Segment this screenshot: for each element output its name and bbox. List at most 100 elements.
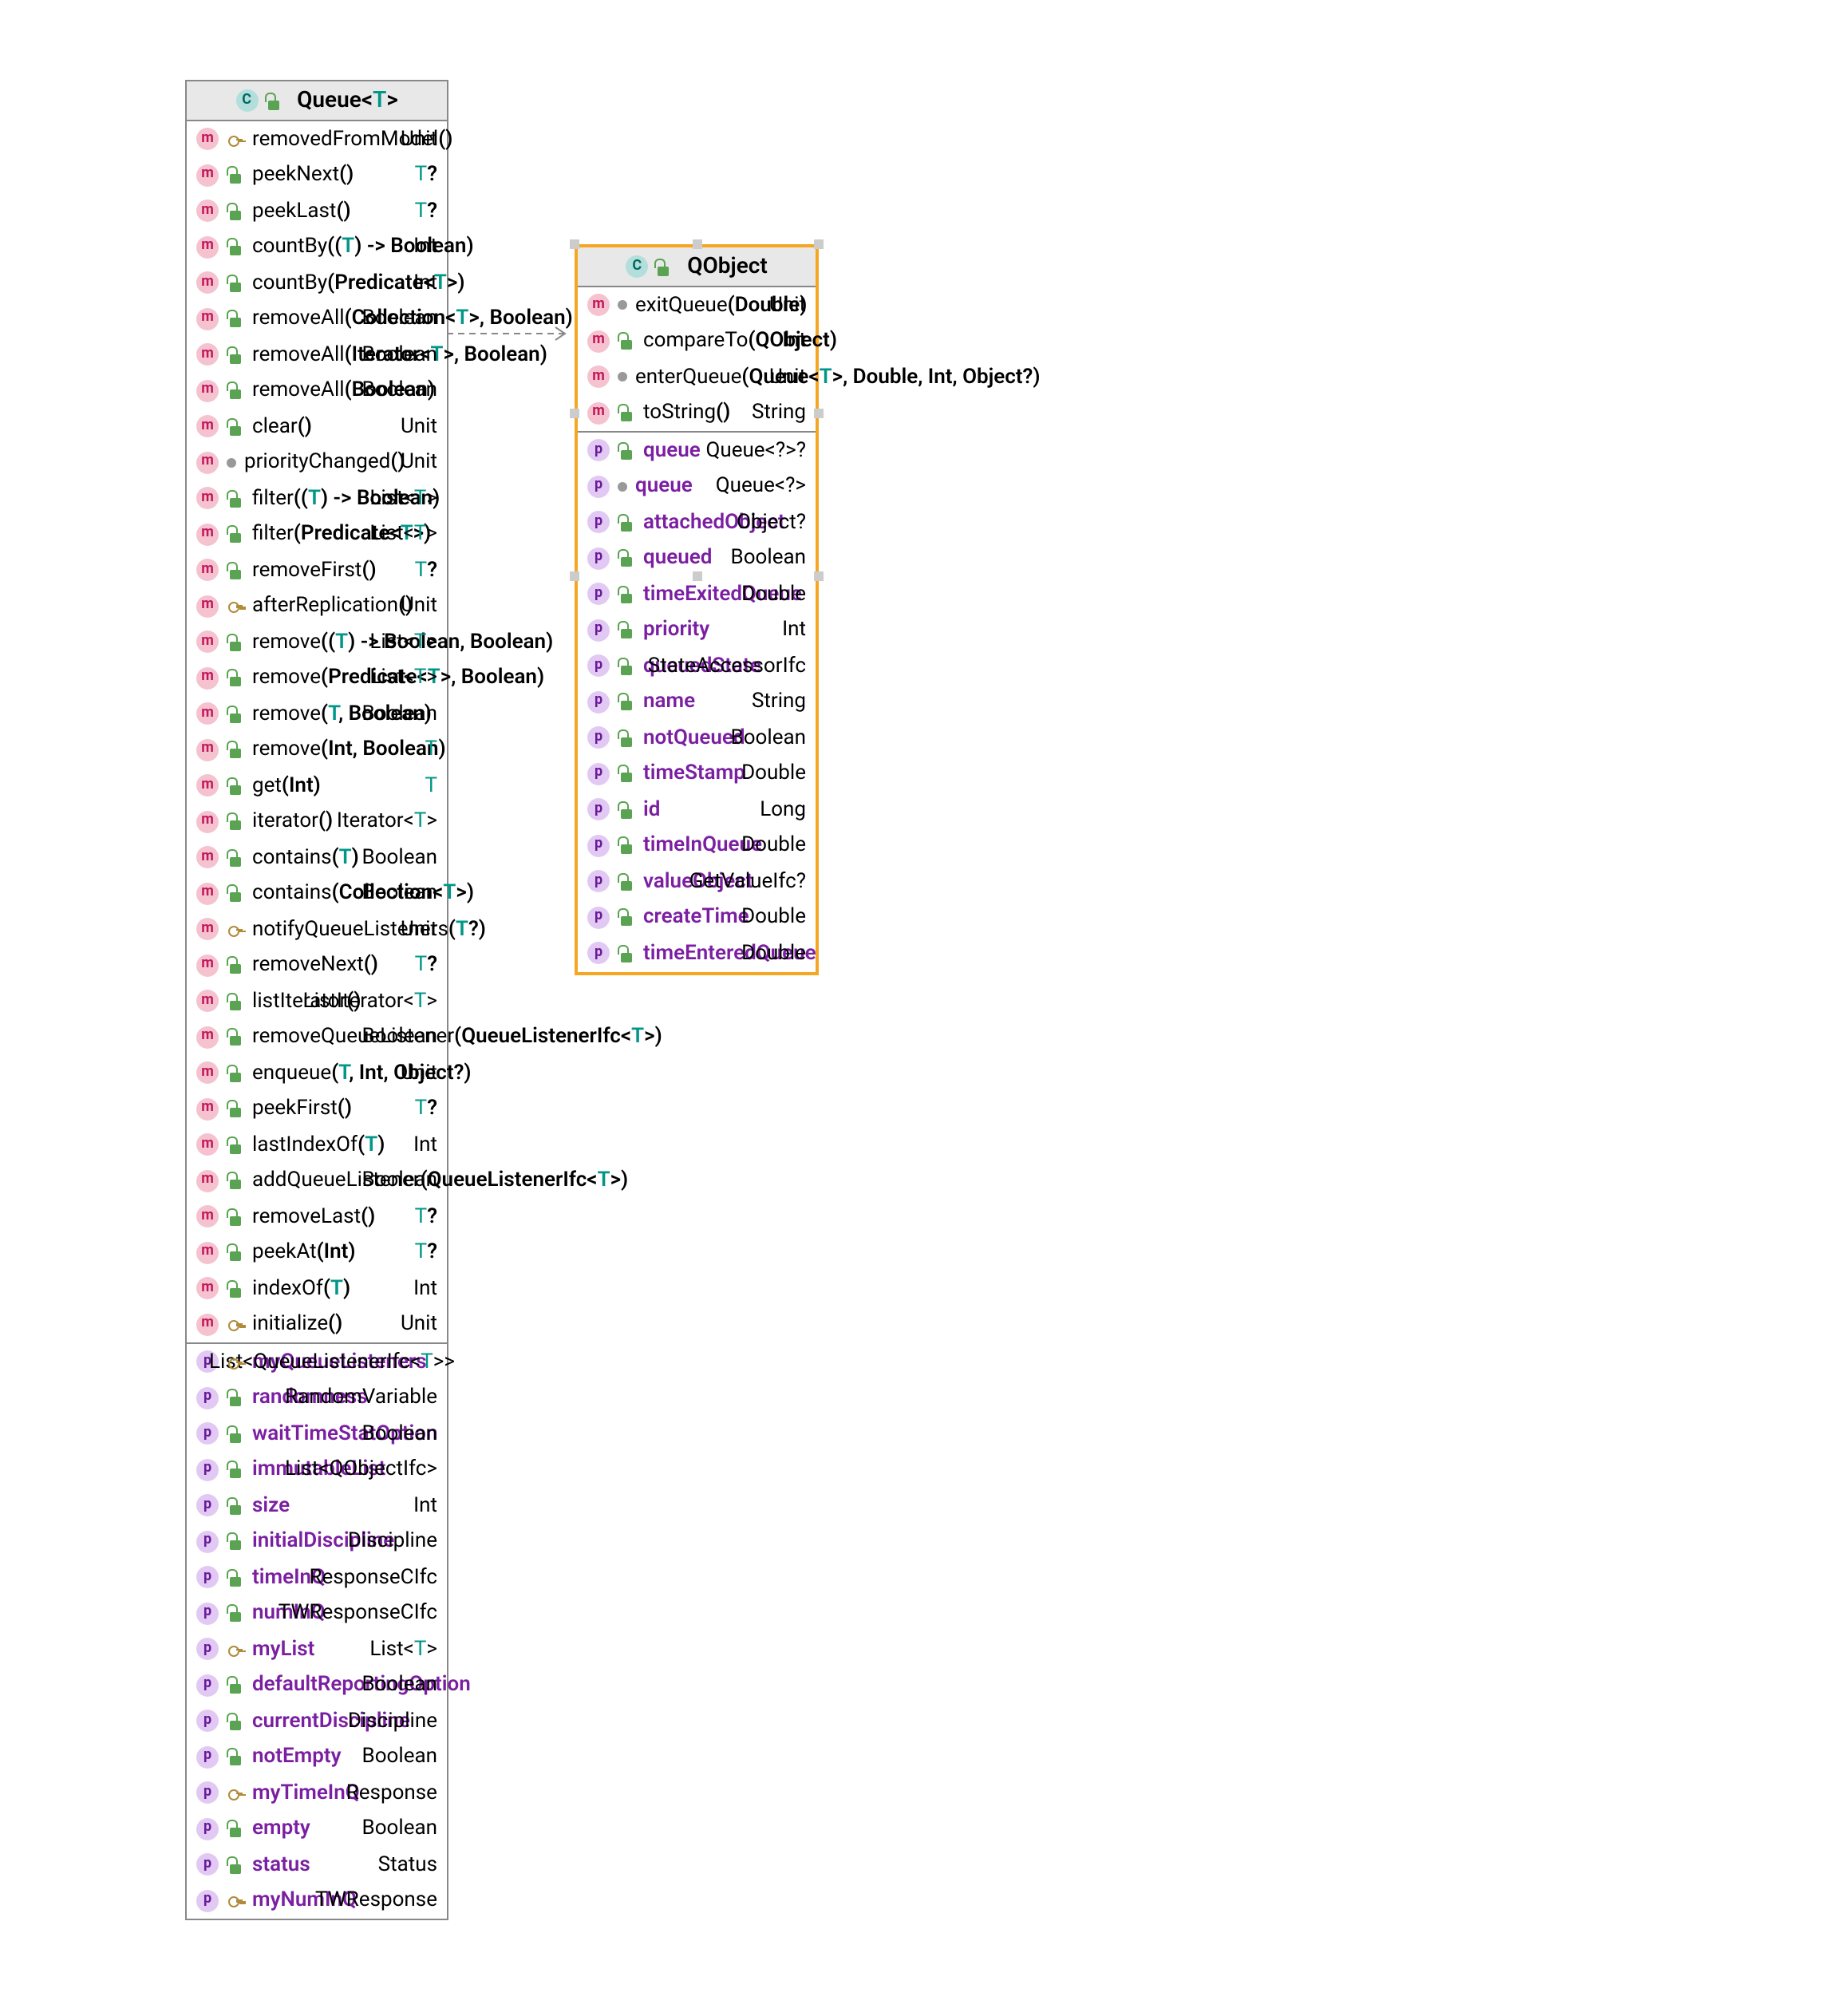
property-row[interactable]: pmyTimeInQResponse [187, 1775, 447, 1811]
property-row[interactable]: pvalueObjectGetValueIfc? [578, 864, 816, 899]
property-name: myList [252, 1634, 314, 1665]
property-row[interactable]: ptimeExitedQueueDouble [578, 576, 816, 612]
method-row[interactable]: menqueue(T, Int, Object?)Unit [187, 1055, 447, 1091]
method-row[interactable]: mtoString()String [578, 395, 816, 431]
class-box-queue[interactable]: C Queue<T> mremovedFromModel()UnitmpeekN… [185, 80, 448, 1920]
open-lock-icon [227, 849, 244, 867]
method-row[interactable]: mremoveFirst()T? [187, 552, 447, 588]
method-row[interactable]: mremoveAll(Boolean)Boolean [187, 373, 447, 409]
method-row[interactable]: minitialize()Unit [187, 1306, 447, 1342]
selection-handle[interactable] [570, 239, 579, 249]
method-row[interactable]: mfilter(Predicate<T>)List<T> [187, 516, 447, 552]
property-row[interactable]: pnameString [578, 684, 816, 720]
method-row[interactable]: maddQueueListener(QueueListenerIfc<T>)Bo… [187, 1163, 447, 1199]
method-row[interactable]: mcompareTo(QObject)Int [578, 323, 816, 359]
selection-handle[interactable] [693, 571, 702, 581]
method-row[interactable]: mindexOf(T)Int [187, 1271, 447, 1306]
selection-handle[interactable] [814, 571, 824, 581]
property-row[interactable]: pmyNumInQTWResponse [187, 1883, 447, 1919]
method-row[interactable]: mremoveAll(Iterator<T>, Boolean)Boolean [187, 337, 447, 373]
method-row[interactable]: mremoveNext()T? [187, 947, 447, 983]
method-row[interactable]: mcontains(T)Boolean [187, 840, 447, 876]
method-signature: peekAt(Int) [252, 1237, 356, 1268]
class-box-qobject[interactable]: C QObject mexitQueue(Double)Unitmcompare… [575, 244, 819, 974]
property-row[interactable]: pidLong [578, 792, 816, 828]
method-row[interactable]: mget(Int)T [187, 768, 447, 804]
property-row[interactable]: pimmutableListList<QObjectIfc> [187, 1452, 447, 1488]
property-type: Double [741, 830, 806, 861]
method-row[interactable]: mpeekNext()T? [187, 157, 447, 193]
return-type: Unit [401, 411, 437, 442]
method-row[interactable]: mremove(Int, Boolean)T [187, 732, 447, 768]
method-row[interactable]: mafterReplication()Unit [187, 588, 447, 624]
method-row[interactable]: mremovedFromModel()Unit [187, 121, 447, 157]
property-row[interactable]: ptimeInQueueDouble [578, 828, 816, 864]
property-icon: p [196, 1746, 219, 1769]
method-icon: m [196, 739, 219, 761]
property-row[interactable]: pwaitTimeStatOptionBoolean [187, 1416, 447, 1452]
property-type: Boolean [362, 1670, 437, 1701]
method-icon: m [196, 775, 219, 797]
property-row[interactable]: pcreateTimeDouble [578, 899, 816, 935]
property-row[interactable]: pemptyBoolean [187, 1811, 447, 1847]
open-lock-icon [227, 382, 244, 400]
method-icon: m [196, 488, 219, 510]
property-row[interactable]: pnotQueuedBoolean [578, 720, 816, 756]
property-row[interactable]: ppriorityInt [578, 612, 816, 648]
property-row[interactable]: pdefaultReportingOptionBoolean [187, 1667, 447, 1703]
method-row[interactable]: mremove((T) -> Boolean, Boolean)List<T> [187, 624, 447, 660]
class-title: Queue<T> [297, 88, 398, 113]
property-type: TWResponseCIfc [278, 1598, 437, 1629]
property-row[interactable]: pmyQueueListenersList<QueueListenerIfc<T… [187, 1344, 447, 1380]
method-row[interactable]: mremoveLast()T? [187, 1199, 447, 1235]
selection-handle[interactable] [570, 571, 579, 581]
property-row[interactable]: pqueuedStateStateAccessorIfc [578, 648, 816, 684]
property-row[interactable]: pinitialDisciplineDiscipline [187, 1524, 447, 1559]
property-row[interactable]: pstatusStatus [187, 1847, 447, 1883]
property-row[interactable]: pqueueQueue<?> [578, 468, 816, 504]
method-signature: iterator() [252, 806, 333, 837]
method-row[interactable]: miterator()Iterator<T> [187, 804, 447, 840]
method-row[interactable]: menterQueue(Queue<T>, Double, Int, Objec… [578, 359, 816, 395]
method-icon: m [196, 990, 219, 1013]
method-row[interactable]: mnotifyQueueListeners(T?)Unit [187, 911, 447, 947]
property-row[interactable]: pmyListList<T> [187, 1631, 447, 1667]
method-row[interactable]: mpeekFirst()T? [187, 1091, 447, 1127]
property-row[interactable]: pqueueQueue<?>? [578, 433, 816, 468]
selection-handle[interactable] [693, 239, 702, 249]
property-row[interactable]: ptimeStampDouble [578, 756, 816, 792]
method-row[interactable]: mfilter((T) -> Boolean)List<T> [187, 480, 447, 516]
property-row[interactable]: pcurrentDisciplineDiscipline [187, 1703, 447, 1739]
property-row[interactable]: psizeInt [187, 1488, 447, 1524]
method-row[interactable]: mcountBy(Predicate<T>)Int [187, 265, 447, 301]
method-row[interactable]: mexitQueue(Double)Unit [578, 287, 816, 323]
return-type: Unit [769, 362, 806, 393]
method-signature: peekNext() [252, 160, 354, 191]
key-icon [227, 1641, 244, 1658]
property-row[interactable]: ptimeInQResponseCIfc [187, 1559, 447, 1595]
open-lock-icon [618, 514, 635, 532]
method-row[interactable]: mremove(Predicate<T>, Boolean)List<T> [187, 660, 447, 696]
method-row[interactable]: mclear()Unit [187, 409, 447, 445]
selection-handle[interactable] [814, 239, 824, 249]
property-row[interactable]: ptimeEnteredQueueDouble [578, 935, 816, 971]
property-type: StateAccessorIfc [648, 650, 806, 682]
method-row[interactable]: mpriorityChanged()Unit [187, 445, 447, 480]
open-lock-icon [227, 526, 244, 544]
method-row[interactable]: mremove(T, Boolean)Boolean [187, 696, 447, 732]
method-row[interactable]: mremoveQueueListener(QueueListenerIfc<T>… [187, 1019, 447, 1055]
selection-handle[interactable] [814, 409, 824, 418]
method-row[interactable]: mpeekAt(Int)T? [187, 1235, 447, 1271]
property-row[interactable]: prandomnessRandomVariable [187, 1380, 447, 1416]
method-row[interactable]: mremoveAll(Collection<T>, Boolean)Boolea… [187, 301, 447, 337]
method-row[interactable]: mlistIterator()ListIterator<T> [187, 983, 447, 1019]
method-row[interactable]: mpeekLast()T? [187, 193, 447, 229]
property-row[interactable]: pnotEmptyBoolean [187, 1739, 447, 1775]
method-row[interactable]: mlastIndexOf(T)Int [187, 1127, 447, 1163]
selection-handle[interactable] [570, 409, 579, 418]
property-row[interactable]: pattachedObjectObject? [578, 504, 816, 540]
method-row[interactable]: mcountBy((T) -> Boolean)Int [187, 229, 447, 265]
property-row[interactable]: pnumInQTWResponseCIfc [187, 1595, 447, 1631]
method-row[interactable]: mcontains(Collection<T>)Boolean [187, 876, 447, 911]
open-lock-icon [227, 741, 244, 759]
